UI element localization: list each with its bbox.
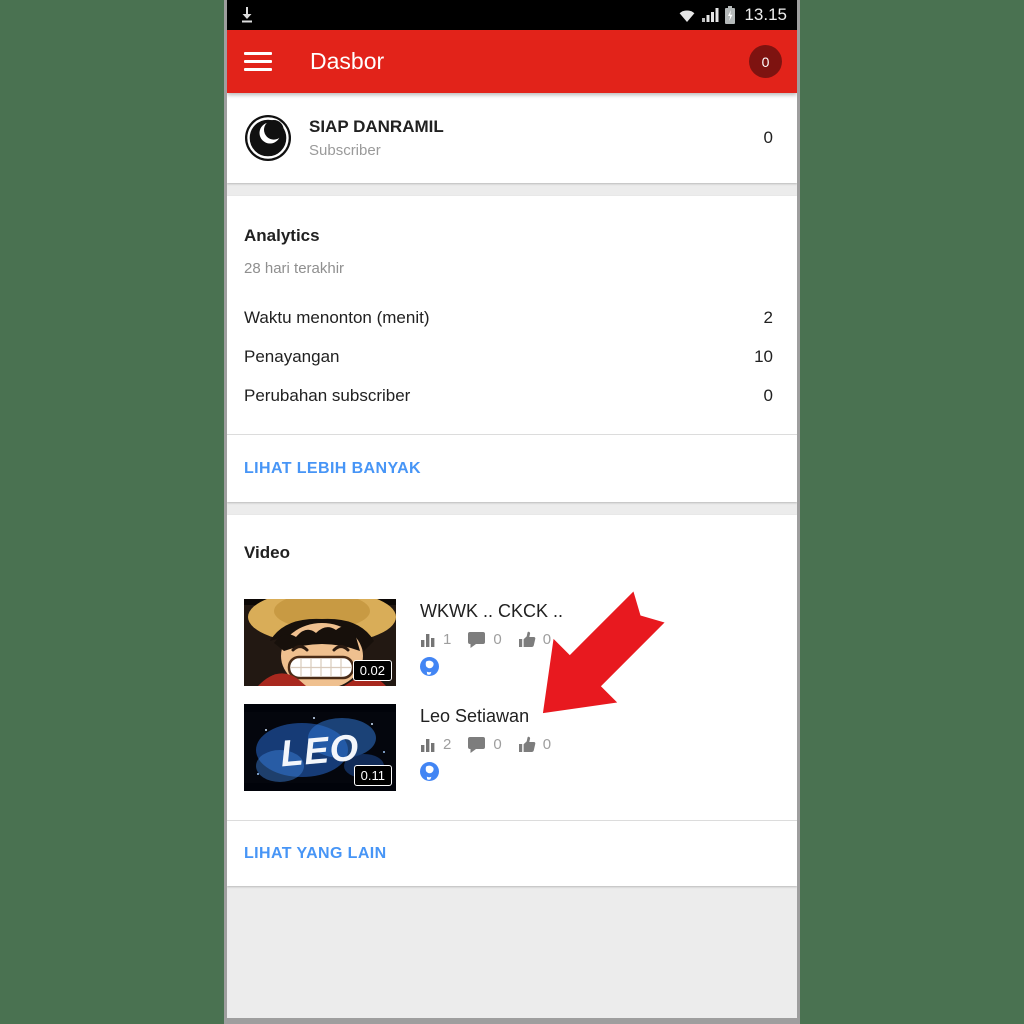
likes-stat: 0 — [518, 631, 551, 648]
metric-label: Penayangan — [244, 346, 340, 366]
page-title: Dasbor — [310, 48, 385, 74]
wifi-icon — [680, 10, 695, 22]
metric-value: 10 — [754, 346, 773, 366]
analytics-bars-icon — [421, 738, 435, 752]
videos-card: Video 0.02 WKWK .. CKCK .. 1 0 0 LEO 0.1… — [227, 515, 797, 886]
analytics-bars-icon — [421, 633, 435, 647]
metric-label: Perubahan subscriber — [244, 385, 411, 405]
app-bar: Dasbor 0 — [227, 30, 797, 93]
notification-badge[interactable]: 0 — [749, 45, 782, 78]
metric-value: 0 — [763, 385, 773, 405]
public-globe-icon — [420, 762, 439, 781]
likes-stat: 0 — [518, 736, 551, 753]
video-duration: 0.02 — [352, 660, 392, 681]
comments-stat: 0 — [467, 631, 502, 648]
channel-row[interactable]: SIAP DANRAMIL Subscriber 0 — [227, 93, 797, 183]
clock: 13.15 — [744, 5, 787, 24]
metric-row-watch-time: Waktu menonton (menit) 2 — [227, 298, 797, 337]
metric-row-views: Penayangan 10 — [227, 337, 797, 376]
likes-count: 0 — [542, 736, 552, 753]
comment-icon — [468, 737, 486, 753]
video-row[interactable]: 0.02 WKWK .. CKCK .. 1 0 0 — [227, 599, 797, 686]
battery-charging-icon — [725, 6, 736, 24]
thumbs-up-icon — [518, 736, 536, 752]
views-stat: 2 — [420, 736, 451, 753]
status-bar: 13.15 — [227, 0, 797, 30]
video-title: WKWK .. CKCK .. — [420, 601, 564, 621]
videos-title: Video — [244, 543, 290, 562]
video-duration: 0.11 — [353, 765, 392, 786]
thumbs-up-icon — [518, 631, 536, 647]
channel-avatar — [245, 115, 291, 161]
menu-icon[interactable] — [244, 51, 272, 72]
subscriber-label: Subscriber — [309, 142, 381, 159]
views-stat: 1 — [420, 631, 451, 648]
public-globe-icon — [420, 657, 439, 676]
video-thumbnail[interactable]: 0.02 — [244, 599, 396, 686]
download-icon — [242, 7, 252, 23]
channel-name: SIAP DANRAMIL — [309, 117, 444, 136]
likes-count: 0 — [542, 631, 552, 648]
see-more-analytics-link[interactable]: LIHAT LEBIH BANYAK — [227, 435, 797, 502]
thumbnail-text: LEO — [279, 727, 361, 775]
signal-icon — [702, 8, 719, 22]
comments-stat: 0 — [467, 736, 502, 753]
metric-label: Waktu menonton (menit) — [244, 307, 430, 327]
video-title: Leo Setiawan — [420, 706, 530, 726]
video-row[interactable]: LEO 0.11 Leo Setiawan 2 0 0 — [227, 704, 797, 791]
views-count: 2 — [443, 736, 452, 753]
analytics-period: 28 hari terakhir — [244, 260, 345, 277]
see-other-videos-link[interactable]: LIHAT YANG LAIN — [227, 821, 797, 886]
analytics-title: Analytics — [244, 226, 320, 245]
comments-count: 0 — [493, 631, 502, 648]
views-count: 1 — [443, 631, 452, 648]
metric-row-subscriber-change: Perubahan subscriber 0 — [227, 376, 797, 415]
comment-icon — [468, 632, 486, 648]
subscriber-count: 0 — [763, 128, 773, 147]
phone-screenshot: 13.15 Dasbor 0 SIAP DANRAMIL Subscriber … — [224, 0, 800, 1024]
analytics-card: Analytics 28 hari terakhir Waktu menonto… — [227, 196, 797, 502]
comments-count: 0 — [493, 736, 502, 753]
metric-value: 2 — [763, 307, 773, 327]
video-thumbnail[interactable]: LEO 0.11 — [244, 704, 396, 791]
